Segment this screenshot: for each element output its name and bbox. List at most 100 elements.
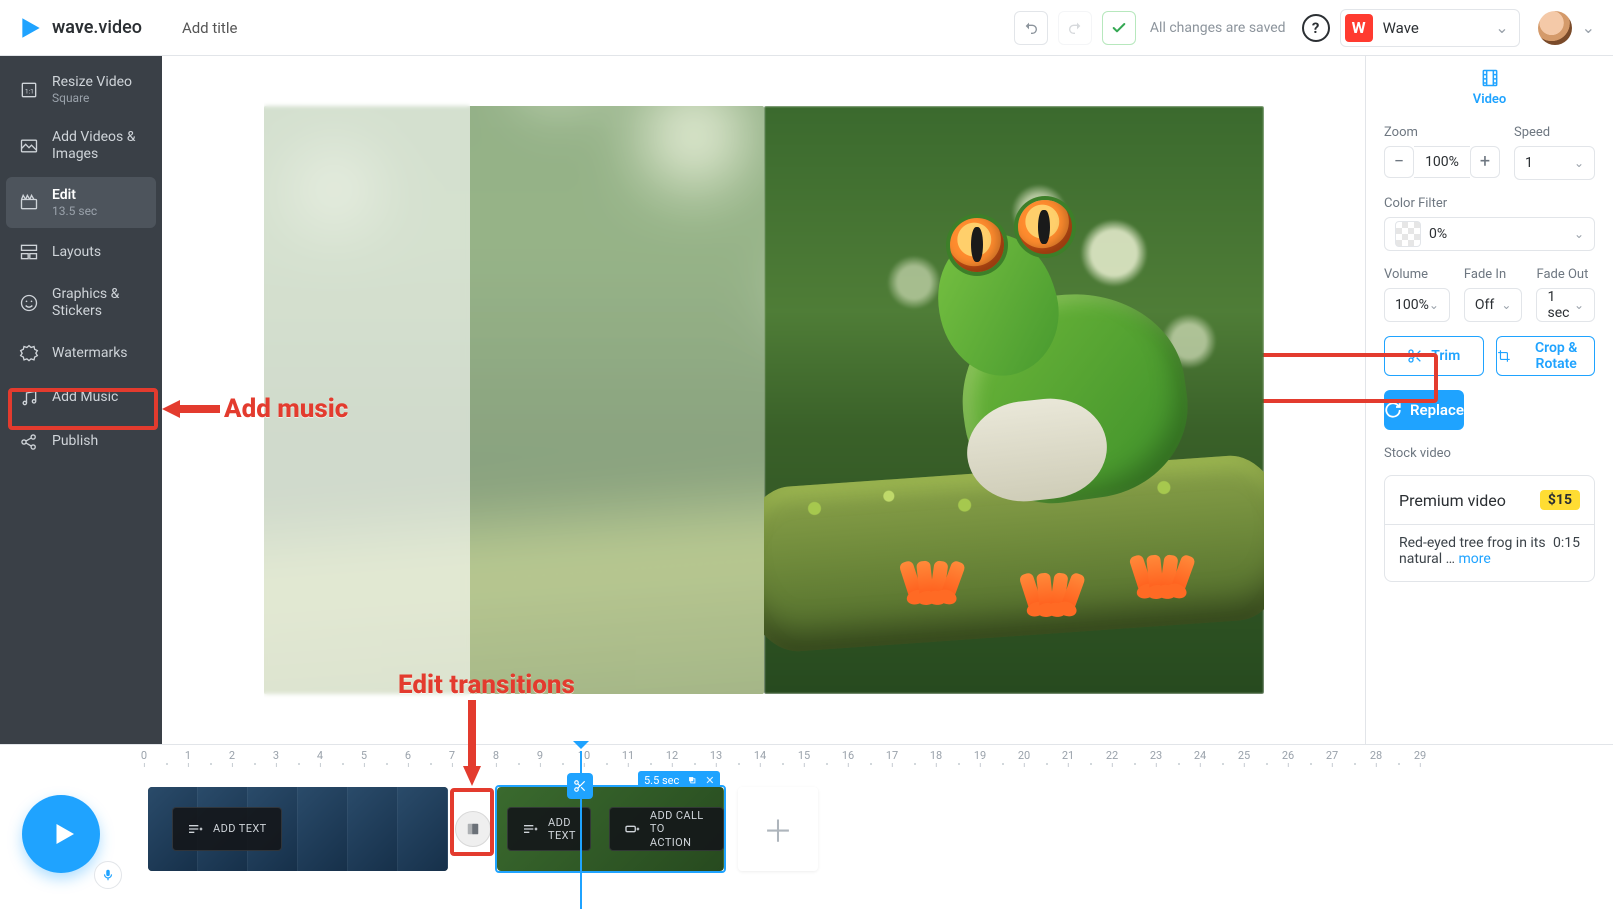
- sidebar-label: Layouts: [52, 244, 101, 261]
- app-logo[interactable]: wave.video: [18, 15, 142, 41]
- fadein-value: Off: [1475, 297, 1494, 313]
- stock-video-card[interactable]: Premium video $15 Red-eyed tree frog in …: [1384, 475, 1595, 582]
- sidebar-item-graphics[interactable]: Graphics & Stickers: [6, 276, 156, 330]
- add-clip-button[interactable]: ＋: [738, 787, 818, 871]
- filter-label: Color Filter: [1384, 196, 1595, 211]
- ruler-tick: 6: [405, 749, 411, 762]
- timeline-tracks[interactable]: ADD TEXT 5.5 sec ✕ ADD TEXT ADD CALLTO A…: [0, 769, 1613, 881]
- transition-node[interactable]: [455, 811, 491, 847]
- ruler-tick: 3: [273, 749, 279, 762]
- sidebar-item-publish[interactable]: Publish: [6, 422, 156, 462]
- split-button[interactable]: [567, 773, 593, 799]
- crop-rotate-button[interactable]: Crop & Rotate: [1496, 336, 1596, 376]
- clip-add-text-button[interactable]: ADD TEXT: [172, 807, 282, 851]
- ruler-tick: 11: [622, 749, 634, 762]
- zoom-stepper[interactable]: − 100% +: [1384, 146, 1500, 178]
- trim-button[interactable]: Trim: [1384, 336, 1484, 376]
- clip-duration-text: 5.5 sec: [644, 774, 679, 787]
- saved-indicator-icon: [1102, 11, 1136, 45]
- fadeout-select[interactable]: 1 sec⌄: [1536, 288, 1595, 322]
- ruler-tick: 0: [141, 749, 147, 762]
- logo-text-b: .video: [93, 17, 142, 38]
- user-avatar[interactable]: [1538, 11, 1572, 45]
- chevron-down-icon: ⌄: [1501, 298, 1511, 312]
- timeline-clip-1[interactable]: ADD TEXT: [148, 787, 448, 871]
- ruler-tick: 20: [1018, 749, 1030, 762]
- ruler-tick: 26: [1282, 749, 1294, 762]
- ruler-tick: 21: [1062, 749, 1074, 762]
- voiceover-button[interactable]: [94, 861, 122, 889]
- speed-select[interactable]: 1⌄: [1514, 146, 1595, 180]
- sidebar-label: Edit: [52, 187, 97, 204]
- undo-button[interactable]: [1014, 11, 1048, 45]
- replace-label: Replace: [1410, 401, 1464, 419]
- speed-value: 1: [1525, 155, 1533, 171]
- filter-value: 0%: [1429, 226, 1447, 242]
- sidebar-item-layouts[interactable]: Layouts: [6, 232, 156, 272]
- user-menu-chevron-icon[interactable]: ⌄: [1582, 18, 1595, 37]
- timeline-clip-2[interactable]: ADD TEXT ADD CALLTO ACTION: [497, 787, 724, 871]
- clip-delete-icon[interactable]: ✕: [705, 774, 714, 787]
- chevron-down-icon: ⌄: [1574, 298, 1584, 312]
- play-button[interactable]: [22, 795, 100, 873]
- stock-video-heading: Stock video: [1366, 430, 1613, 461]
- sidebar-sublabel: 13.5 sec: [52, 204, 97, 218]
- logo-text-a: wave: [52, 17, 93, 38]
- premium-price: $15: [1540, 490, 1580, 510]
- premium-duration: 0:15: [1553, 535, 1580, 551]
- topbar-actions: All changes are saved ? W Wave ⌄ ⌄: [1014, 9, 1595, 47]
- zoom-value: 100%: [1414, 146, 1470, 178]
- ruler-tick: 1: [185, 749, 191, 762]
- sidebar-item-add-media[interactable]: Add Videos & Images: [6, 119, 156, 173]
- sidebar-item-edit[interactable]: Edit13.5 sec: [6, 177, 156, 228]
- redo-button[interactable]: [1058, 11, 1092, 45]
- ruler-tick: 23: [1150, 749, 1162, 762]
- topbar: wave.video Add title All changes are sav…: [0, 0, 1613, 56]
- clip-add-text-button[interactable]: ADD TEXT: [507, 807, 591, 851]
- replace-button[interactable]: Replace: [1384, 390, 1464, 430]
- filter-select[interactable]: 0% ⌄: [1384, 217, 1595, 251]
- volume-label: Volume: [1384, 267, 1450, 282]
- volume-select[interactable]: 100%⌄: [1384, 288, 1450, 322]
- layouts-icon: [18, 242, 40, 262]
- chevron-down-icon: ⌄: [1574, 156, 1584, 170]
- duplicate-icon[interactable]: [687, 775, 697, 785]
- badge-icon: [18, 344, 40, 364]
- share-icon: [18, 432, 40, 452]
- chevron-down-icon: ⌄: [1429, 298, 1439, 312]
- premium-label: Premium video: [1399, 491, 1506, 510]
- crop-icon: [1497, 348, 1511, 364]
- timeline-ruler[interactable]: 0123456789101112131415161718192021222324…: [138, 745, 1613, 769]
- volume-value: 100%: [1395, 297, 1429, 313]
- sidebar-item-add-music[interactable]: Add Music: [6, 378, 156, 418]
- aspect-icon: 1:1: [18, 80, 40, 100]
- fadein-select[interactable]: Off ⌄: [1464, 288, 1523, 322]
- ruler-tick: 12: [666, 749, 678, 762]
- panel-tab-label: Video: [1473, 92, 1507, 107]
- filter-swatch: [1395, 221, 1421, 247]
- playhead[interactable]: [580, 751, 582, 909]
- chevron-down-icon: ⌄: [1574, 227, 1584, 241]
- add-text-label: ADD TEXT: [213, 822, 267, 835]
- premium-more-link[interactable]: more: [1458, 551, 1490, 567]
- panel-tab-video[interactable]: Video: [1366, 64, 1613, 117]
- sidebar-item-resize[interactable]: 1:1 Resize VideoSquare: [6, 64, 156, 115]
- crop-label: Crop & Rotate: [1518, 340, 1594, 372]
- ruler-tick: 22: [1106, 749, 1118, 762]
- scissors-icon: [1407, 348, 1423, 364]
- ruler-tick: 25: [1238, 749, 1250, 762]
- ruler-tick: 18: [930, 749, 942, 762]
- add-cta-label: ADD CALLTO ACTION: [650, 809, 709, 849]
- fadein-label: Fade In: [1464, 267, 1523, 282]
- workspace-selector[interactable]: W Wave ⌄: [1340, 9, 1520, 47]
- clip-add-cta-button[interactable]: ADD CALLTO ACTION: [609, 807, 724, 851]
- ruler-tick: 9: [537, 749, 543, 762]
- project-title-input[interactable]: Add title: [182, 19, 238, 37]
- add-text-label: ADD TEXT: [548, 816, 576, 842]
- zoom-label: Zoom: [1384, 125, 1500, 140]
- help-button[interactable]: ?: [1302, 14, 1330, 42]
- canvas-area[interactable]: [162, 56, 1365, 744]
- zoom-dec-button[interactable]: −: [1384, 146, 1414, 178]
- zoom-inc-button[interactable]: +: [1470, 146, 1500, 178]
- sidebar-item-watermarks[interactable]: Watermarks: [6, 334, 156, 374]
